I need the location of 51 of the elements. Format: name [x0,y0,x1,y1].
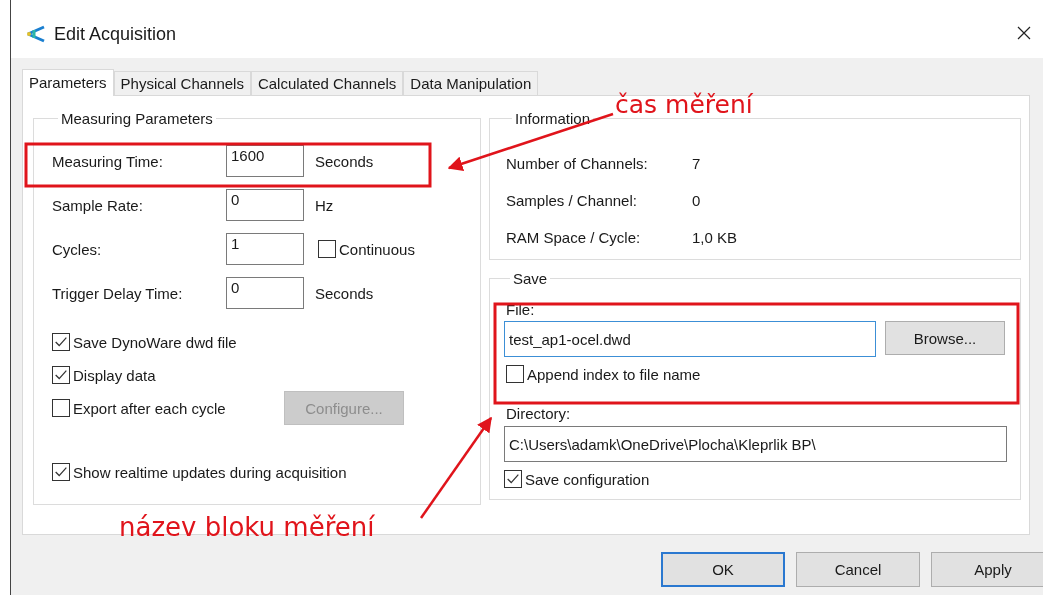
field-label: Cycles: [52,240,103,258]
input-field[interactable]: 0 [226,189,304,221]
group-title: Information [514,110,592,127]
checkbox-label: Export after each cycle [73,399,227,417]
tab[interactable]: Data Manipulation [403,71,539,95]
field-label: Sample Rate: [52,196,144,214]
info-label: Samples / Channel: [506,192,638,209]
checkbox-label: Append index to file name [527,365,701,383]
annotation-text: čas měření [615,90,753,119]
input-field[interactable]: 0 [226,277,304,309]
info-value: 7 [692,155,701,172]
checkbox[interactable] [318,240,336,258]
dialog-button[interactable]: Apply [931,552,1043,587]
window-title: Edit Acquisition [54,23,177,45]
close-icon[interactable] [1017,26,1031,40]
checkbox-label: Save DynoWare dwd file [73,333,238,351]
unit-label: Seconds [315,284,374,302]
tab[interactable]: Parameters [22,69,114,96]
checkbox[interactable] [52,333,70,351]
checkbox-label: Display data [73,366,157,384]
unit-label: Seconds [315,152,374,170]
browse-button[interactable]: Browse... [885,321,1005,355]
field-label: File: [506,301,535,318]
unit-label: Hz [315,196,334,214]
dialog-button[interactable]: Cancel [796,552,920,587]
app-logo-icon [26,25,46,43]
checkbox[interactable] [52,463,70,481]
info-label: RAM Space / Cycle: [506,229,642,246]
checkbox-label: Continuous [339,240,415,258]
annotation-text: název bloku měření [119,512,375,542]
info-value: 1,0 KB [692,229,738,246]
checkbox[interactable] [506,365,524,383]
checkbox-label: Show realtime updates during acquisition [73,463,347,481]
checkbox[interactable] [52,399,70,417]
field-label: Trigger Delay Time: [52,284,184,302]
directory-field[interactable]: C:\Users\adamk\OneDrive\Plocha\Kleprlik BP\ [504,426,1007,462]
group-title: Measuring Parameters [60,110,214,127]
dialog-button[interactable]: OK [661,552,785,587]
input-field[interactable]: 1600 [226,145,304,177]
input-field[interactable]: 1 [226,233,304,265]
tab[interactable]: Physical Channels [113,71,251,95]
checkbox[interactable] [52,366,70,384]
tab[interactable]: Calculated Channels [250,71,404,95]
field-label: Directory: [506,405,571,422]
info-value: 0 [692,192,701,209]
group-title: Save [512,270,549,287]
checkbox-label: Save configuration [525,470,650,488]
field-label: Measuring Time: [52,152,164,170]
checkbox[interactable] [504,470,522,488]
info-label: Number of Channels: [506,155,649,172]
file-name-field[interactable]: test_ap1-ocel.dwd [504,321,876,357]
